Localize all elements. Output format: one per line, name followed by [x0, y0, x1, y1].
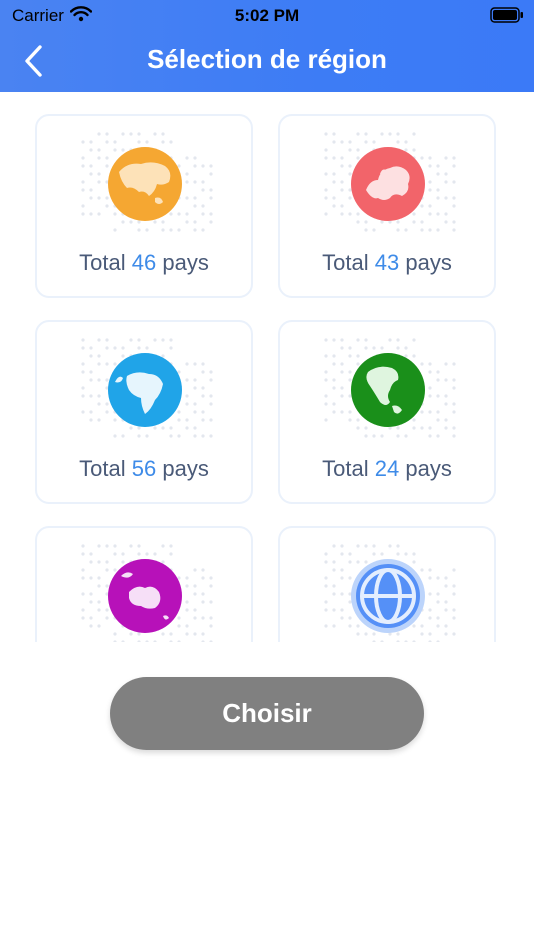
region-count-text: Total 43 pays: [322, 250, 452, 275]
page-title: Sélection de région: [147, 44, 387, 74]
region-card-asia[interactable]: Total 46 pays: [35, 114, 253, 298]
region-card-oceania[interactable]: [35, 526, 253, 642]
region-count-text: Total 24 pays: [322, 456, 452, 481]
americas-globe-icon: [351, 353, 425, 427]
battery-icon: [490, 7, 523, 23]
region-card-europe[interactable]: Total 43 pays: [278, 114, 496, 298]
region-count: 43: [374, 250, 400, 275]
africa-globe-icon: [108, 353, 182, 427]
nav-header: Carrier 5:02 PM Sélection de région: [0, 0, 534, 92]
status-bar: Carrier 5:02 PM: [0, 0, 534, 32]
region-count-text: Total 46 pays: [79, 250, 209, 275]
status-time: 5:02 PM: [234, 6, 300, 25]
region-count-text: Total 56 pays: [79, 456, 209, 481]
region-count: 56: [131, 456, 157, 481]
region-count: 24: [374, 456, 400, 481]
region-card-americas[interactable]: Total 24 pays: [278, 320, 496, 504]
region-card-africa[interactable]: Total 56 pays: [35, 320, 253, 504]
europe-globe-icon: [351, 147, 425, 221]
choose-button[interactable]: Choisir: [110, 677, 424, 750]
region-grid[interactable]: Total 46 pays Total 43 pays Total 56 pay…: [0, 92, 534, 642]
world-globe-icon: [351, 559, 425, 633]
region-card-world[interactable]: [278, 526, 496, 642]
region-count: 46: [131, 250, 157, 275]
asia-globe-icon: [108, 147, 182, 221]
oceania-globe-icon: [108, 559, 182, 633]
